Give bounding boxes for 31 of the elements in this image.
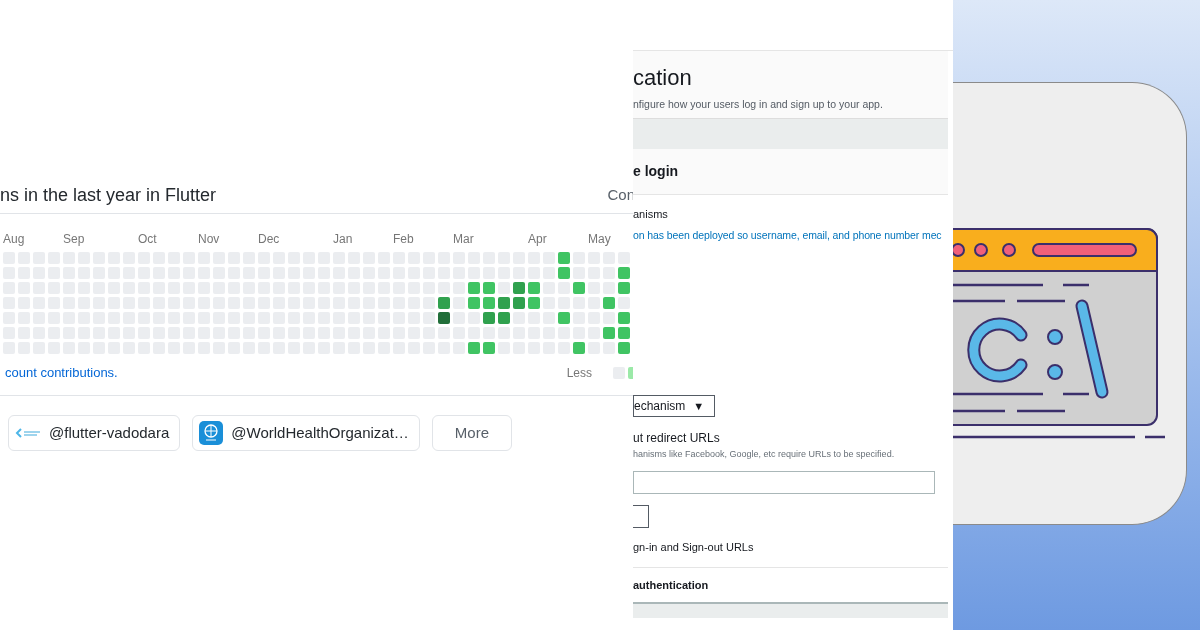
field-label: anisms — [633, 207, 669, 222]
field-label: gn-in and Sign-out URLs — [633, 539, 755, 555]
caret-icon: ▼ — [693, 398, 705, 415]
section-title: e login — [633, 162, 679, 181]
link[interactable]: count contributions. — [5, 363, 118, 383]
month-label: Aug — [3, 231, 26, 248]
add-button[interactable] — [633, 504, 649, 528]
section-title: authentication — [633, 578, 709, 593]
globe-icon — [199, 421, 224, 445]
month-label: Apr — [528, 231, 548, 248]
month-label: May — [588, 231, 612, 248]
month-label: Oct — [138, 231, 158, 248]
page-heading: cation — [633, 67, 693, 89]
more-button[interactable]: More — [431, 415, 512, 451]
page-subtitle: nfigure how your users log in and sign up to your app. — [633, 97, 884, 112]
month-label: Feb — [393, 231, 415, 248]
month-label: Sep — [63, 231, 86, 248]
url-field[interactable] — [633, 470, 935, 494]
organization-chip[interactable]: @flutter-vadodara — [8, 415, 181, 451]
notice-text: on has been deployed so username, email, and phone number mec — [633, 227, 942, 243]
month-label: Nov — [198, 231, 221, 248]
month-label: Mar — [453, 231, 475, 248]
legend-label: Less — [566, 365, 592, 382]
field-hint: hanisms like Facebook, Google, etc require URLs to be specified. — [633, 448, 896, 462]
month-label: Dec — [258, 231, 281, 248]
chevron-logo-icon — [15, 426, 41, 440]
field-label: ut redirect URLs — [633, 430, 721, 448]
mechanism-dropdown[interactable]: echanism ▼ — [633, 395, 716, 418]
organization-chip[interactable]: @WorldHealthOrganizat… — [192, 415, 420, 451]
section-title: ns in the last year in Flutter — [0, 184, 217, 207]
month-label: Jan — [333, 231, 354, 248]
